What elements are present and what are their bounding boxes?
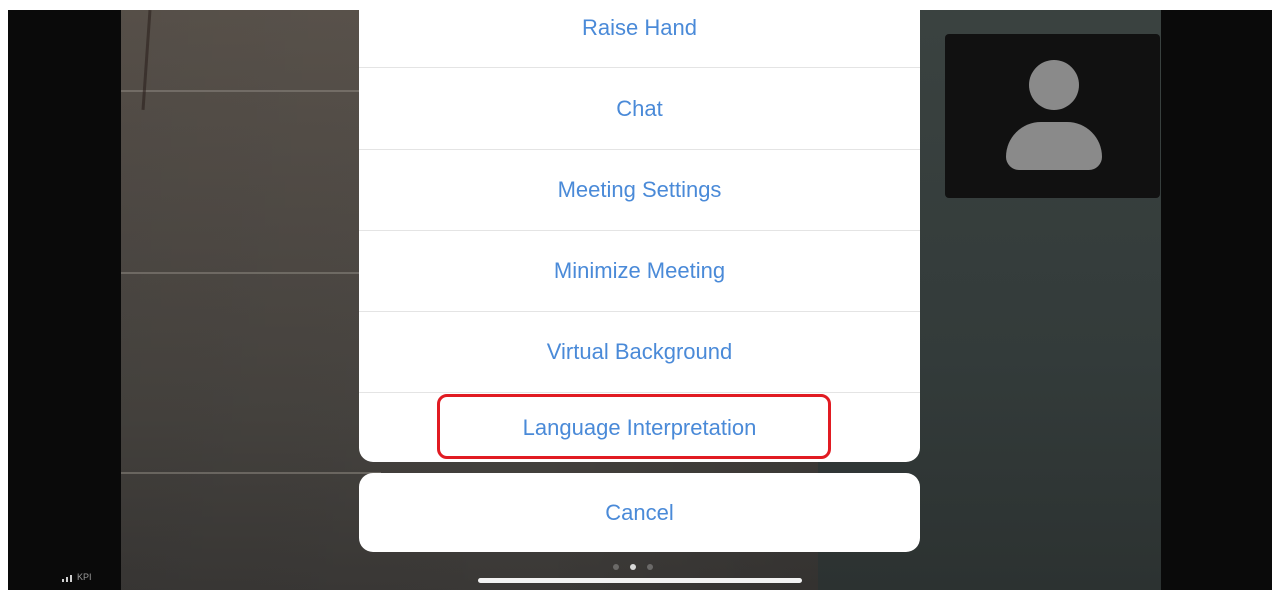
signal-bar-icon [62,579,64,582]
language-interpretation-button[interactable]: Language Interpretation [359,393,920,462]
meeting-settings-button[interactable]: Meeting Settings [359,150,920,231]
wall-line [121,272,381,274]
action-sheet-menu: Raise Hand Chat Meeting Settings Minimiz… [359,10,920,462]
person-silhouette-body [1006,122,1102,170]
page-dot-active[interactable] [630,564,636,570]
chat-button[interactable]: Chat [359,68,920,150]
signal-label: KPI [77,572,92,582]
page-dot[interactable] [613,564,619,570]
signal-bar-icon [66,577,68,582]
minimize-meeting-button[interactable]: Minimize Meeting [359,231,920,312]
home-indicator[interactable] [478,578,802,583]
page-indicator [613,564,653,570]
meeting-screen: KPI Raise Hand Chat Meeting Settings Min… [8,10,1272,590]
person-silhouette-icon [1029,60,1079,110]
wall-line [121,90,381,92]
virtual-background-button[interactable]: Virtual Background [359,312,920,393]
cancel-button[interactable]: Cancel [359,473,920,552]
signal-bar-icon [70,575,72,582]
wall-seam [141,10,152,110]
wall-line [121,472,381,474]
page-dot[interactable] [647,564,653,570]
raise-hand-button[interactable]: Raise Hand [359,10,920,68]
participant-thumbnail[interactable] [945,34,1160,198]
signal-indicator: KPI [62,573,92,582]
